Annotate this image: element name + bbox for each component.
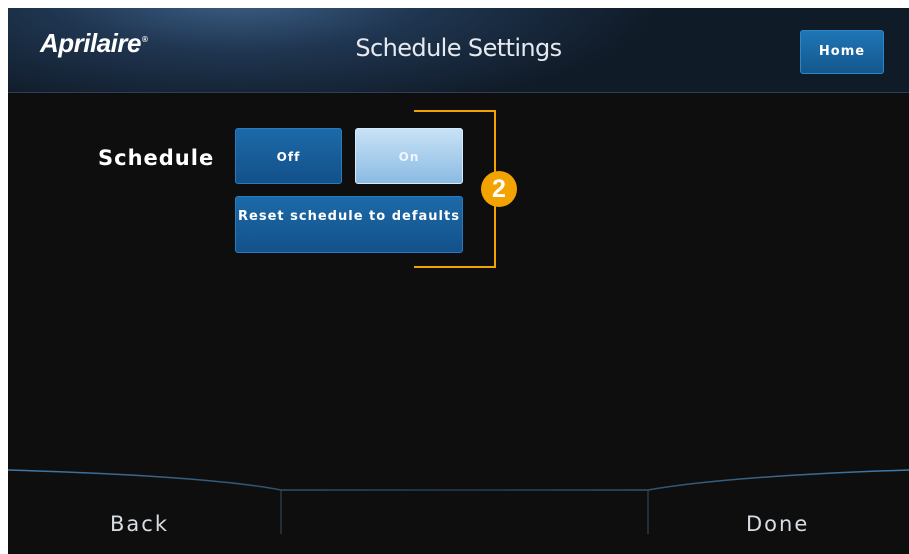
- header-bar: Aprilaire Schedule Settings Home: [8, 8, 909, 93]
- back-button[interactable]: Back: [110, 512, 169, 536]
- footer-divider-lines: [8, 469, 909, 534]
- page-title: Schedule Settings: [355, 34, 562, 62]
- schedule-label: Schedule: [98, 146, 215, 170]
- home-button[interactable]: Home: [800, 30, 884, 74]
- footer-bar: Back Done: [8, 468, 909, 554]
- thermostat-screen: Aprilaire Schedule Settings Home Schedul…: [8, 8, 909, 554]
- schedule-off-button[interactable]: Off: [235, 128, 342, 184]
- callout-badge: 2: [481, 171, 517, 207]
- done-button[interactable]: Done: [746, 512, 809, 536]
